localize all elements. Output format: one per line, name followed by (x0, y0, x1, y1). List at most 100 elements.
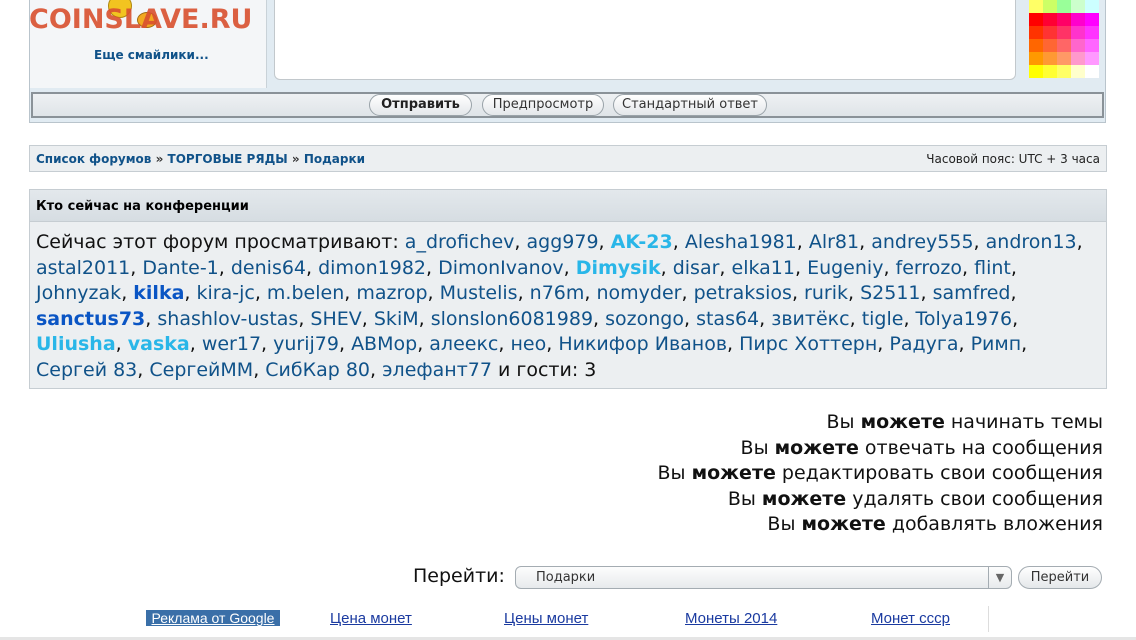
color-swatch[interactable] (1043, 0, 1057, 13)
ad-link[interactable]: Цены монет (504, 610, 588, 627)
color-swatch[interactable] (1057, 65, 1071, 78)
online-user-link[interactable]: Радуга (889, 333, 958, 355)
online-user-link[interactable]: Alesha1981 (685, 231, 797, 253)
online-user-link[interactable]: Dante-1 (142, 257, 218, 279)
online-user-link[interactable]: stas64 (696, 308, 759, 330)
online-user-link[interactable]: Johnyzak (36, 282, 121, 304)
breadcrumb-forum-index[interactable]: Список форумов (36, 152, 151, 166)
online-user-link[interactable]: звитёкс (771, 308, 849, 330)
color-swatch[interactable] (1029, 26, 1043, 39)
online-user-link[interactable]: disar (673, 257, 720, 279)
online-user-link[interactable]: СибКар 80 (265, 359, 370, 381)
ad-link[interactable]: Монеты 2014 (685, 610, 777, 627)
online-user-link[interactable]: denis64 (231, 257, 306, 279)
online-user-link[interactable]: astal2011 (36, 257, 130, 279)
online-user-link[interactable]: DimonIvanov (438, 257, 564, 279)
online-user-link[interactable]: Mustelis (440, 282, 518, 304)
color-swatch[interactable] (1071, 0, 1085, 13)
online-user-link[interactable]: a_drofichev (405, 231, 515, 253)
jump-go-button[interactable]: Перейти (1018, 566, 1102, 589)
jump-forum-select[interactable]: Подарки ▼ (515, 566, 1012, 589)
preview-button[interactable]: Предпросмотр (482, 94, 604, 116)
color-swatch[interactable] (1071, 65, 1085, 78)
online-user-link[interactable]: agg979 (527, 231, 599, 253)
online-user-link[interactable]: Никифор Иванов (558, 333, 727, 355)
color-swatch[interactable] (1071, 13, 1085, 26)
online-user-link[interactable]: nomyder (597, 282, 682, 304)
color-swatch[interactable] (1057, 39, 1071, 52)
color-swatch[interactable] (1057, 13, 1071, 26)
online-user-link[interactable]: S2511 (860, 282, 920, 304)
ad-link[interactable]: Цена монет (330, 610, 412, 627)
color-swatch[interactable] (1043, 65, 1057, 78)
online-user-link[interactable]: Eugeniy (807, 257, 883, 279)
online-user-link[interactable]: Римп (971, 333, 1022, 355)
chevron-down-icon[interactable]: ▼ (988, 567, 1011, 588)
message-textarea[interactable] (274, 0, 1016, 80)
online-user-link[interactable]: tigle (862, 308, 904, 330)
online-user-link[interactable]: AK-23 (611, 231, 673, 253)
online-user-link[interactable]: sozongo (605, 308, 684, 330)
color-swatch[interactable] (1057, 26, 1071, 39)
color-swatch[interactable] (1057, 52, 1071, 65)
color-swatch[interactable] (1043, 39, 1057, 52)
breadcrumb-trade-rows[interactable]: ТОРГОВЫЕ РЯДЫ (168, 152, 288, 166)
online-user-link[interactable]: Dimysik (576, 257, 661, 279)
online-user-link[interactable]: элефант77 (382, 359, 492, 381)
color-swatch[interactable] (1043, 26, 1057, 39)
color-swatch[interactable] (1071, 26, 1085, 39)
online-user-link[interactable]: Сергей 83 (36, 359, 137, 381)
default-reply-button[interactable]: Стандартный ответ (613, 94, 767, 116)
color-swatch[interactable] (1071, 52, 1085, 65)
submit-button[interactable]: Отправить (369, 94, 472, 116)
online-user-link[interactable]: flint (974, 257, 1011, 279)
online-user-link[interactable]: samfred (933, 282, 1011, 304)
online-user-link[interactable]: andrey555 (871, 231, 973, 253)
online-user-link[interactable]: SkiM (374, 308, 419, 330)
online-user-link[interactable]: rurik (804, 282, 848, 304)
online-user-link[interactable]: yurij79 (273, 333, 339, 355)
online-user-link[interactable]: andron13 (986, 231, 1077, 253)
online-user-link[interactable]: shashlov-ustas (157, 308, 298, 330)
online-user-link[interactable]: kira-jc (197, 282, 255, 304)
online-user-link[interactable]: n76m (530, 282, 585, 304)
online-user-link[interactable]: нео (510, 333, 546, 355)
online-user-link[interactable]: SHEV (310, 308, 361, 330)
color-swatch[interactable] (1085, 52, 1099, 65)
color-swatch[interactable] (1057, 0, 1071, 13)
ad-link[interactable]: Монет ссср (871, 610, 950, 627)
breadcrumb-gifts[interactable]: Подарки (304, 152, 365, 166)
online-user-link[interactable]: Пирс Хоттерн (739, 333, 877, 355)
online-user-link[interactable]: Uliusha (36, 333, 116, 355)
color-swatch[interactable] (1029, 65, 1043, 78)
online-user-link[interactable]: elka11 (732, 257, 795, 279)
color-swatch[interactable] (1029, 0, 1043, 13)
online-user-link[interactable]: Alr81 (809, 231, 859, 253)
color-swatch[interactable] (1043, 52, 1057, 65)
online-user-link[interactable]: СергейММ (149, 359, 253, 381)
color-swatch[interactable] (1085, 13, 1099, 26)
online-user-link[interactable]: vaska (128, 333, 190, 355)
online-user-link[interactable]: wer17 (202, 333, 261, 355)
online-user-link[interactable]: sanctus73 (36, 308, 145, 330)
color-swatch[interactable] (1029, 39, 1043, 52)
online-user-link[interactable]: kilka (133, 282, 184, 304)
online-user-link[interactable]: Tolya1976 (916, 308, 1013, 330)
online-user-link[interactable]: АВМор (351, 333, 417, 355)
color-swatch[interactable] (1085, 0, 1099, 13)
google-ads-badge[interactable]: Реклама от Google (146, 610, 280, 626)
online-user-link[interactable]: ferrozo (896, 257, 962, 279)
online-user-link[interactable]: m.belen (267, 282, 344, 304)
color-swatch[interactable] (1071, 39, 1085, 52)
color-swatch[interactable] (1085, 39, 1099, 52)
color-swatch[interactable] (1043, 13, 1057, 26)
online-user-link[interactable]: slonslon6081989 (431, 308, 593, 330)
online-user-link[interactable]: petraksios (694, 282, 792, 304)
online-user-link[interactable]: dimon1982 (318, 257, 426, 279)
color-swatch[interactable] (1029, 52, 1043, 65)
online-user-link[interactable]: mazrop (356, 282, 427, 304)
color-swatch[interactable] (1029, 13, 1043, 26)
color-swatch[interactable] (1085, 65, 1099, 78)
more-smilies-link[interactable]: Еще смайлики... (94, 48, 209, 62)
color-palette[interactable] (1029, 0, 1099, 80)
